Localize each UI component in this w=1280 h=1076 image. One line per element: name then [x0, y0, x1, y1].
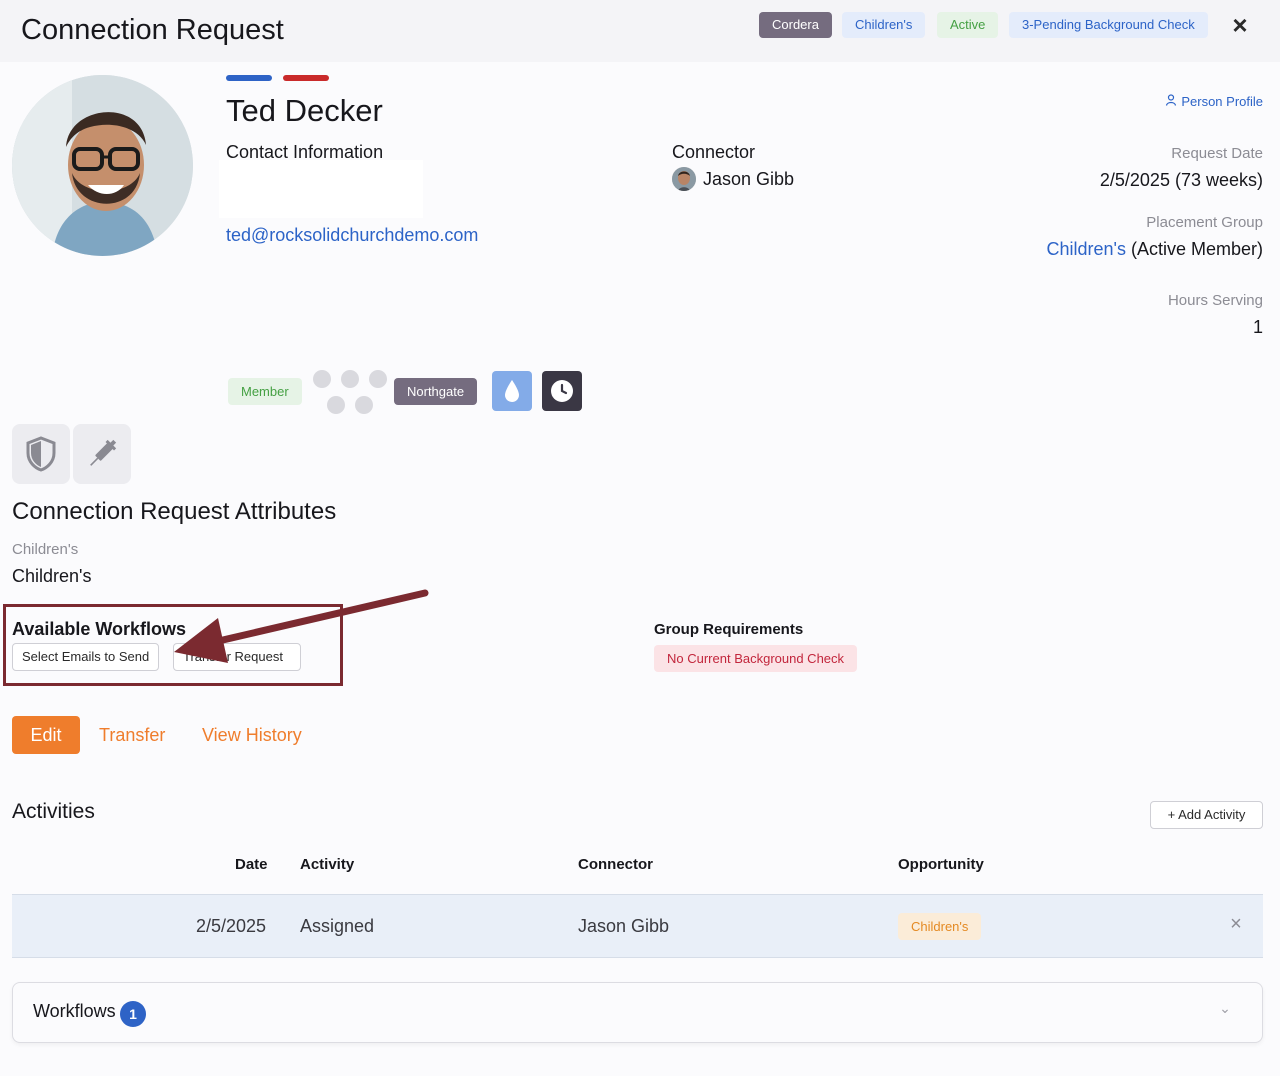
shield-icon	[12, 424, 70, 484]
close-icon[interactable]: ×	[1227, 12, 1253, 38]
request-date-label: Request Date	[1171, 145, 1263, 162]
state-pill: Active	[937, 12, 999, 38]
activities-heading: Activities	[12, 800, 95, 823]
add-activity-label: Add Activity	[1178, 807, 1246, 822]
row-date: 2/5/2025	[196, 916, 267, 936]
delete-row-icon[interactable]: ×	[1226, 913, 1246, 937]
placement-group-label: Placement Group	[1146, 214, 1263, 231]
campus-badge: Northgate	[394, 378, 478, 405]
person-avatar	[12, 75, 193, 256]
requirement-badge: No Current Background Check	[654, 645, 858, 672]
person-profile-link[interactable]: Person Profile	[1165, 94, 1263, 109]
row-connector: Jason Gibb	[578, 916, 670, 936]
connector-name: Jason Gibb	[703, 169, 795, 189]
person-icon	[1165, 94, 1177, 109]
column-header-opportunity[interactable]: Opportunity	[898, 856, 984, 873]
placement-group-status: (Active Member)	[1130, 239, 1263, 259]
plus-icon: +	[1167, 807, 1179, 822]
opportunity-pill: Children's	[842, 12, 926, 38]
view-history-link[interactable]: View History	[202, 725, 302, 746]
transfer-link[interactable]: Transfer	[99, 725, 165, 746]
attribute-value: Children's	[12, 566, 92, 586]
accent-bar-blue	[226, 75, 272, 81]
campus-pill: Cordera	[759, 12, 832, 38]
workflows-count-badge: 1	[120, 1001, 146, 1027]
page-title: Connection Request	[21, 14, 284, 46]
contact-info-placeholder	[219, 160, 423, 218]
status-pill: 3-Pending Background Check	[1009, 12, 1208, 38]
annotation-arrow	[174, 589, 429, 663]
row-activity: Assigned	[300, 916, 375, 936]
chevron-down-icon[interactable]: ⌄	[1216, 1000, 1234, 1024]
member-badge: Member	[228, 378, 302, 405]
person-name: Ted Decker	[226, 93, 383, 128]
syringe-icon	[73, 424, 131, 484]
column-header-date[interactable]: Date	[235, 856, 268, 873]
baptism-drop-icon	[492, 371, 532, 411]
column-header-connector[interactable]: Connector	[578, 856, 653, 873]
key-icon	[369, 370, 387, 388]
placement-group-value: Children's (Active Member)	[1046, 239, 1263, 260]
connector-avatar	[672, 167, 696, 191]
attributes-heading: Connection Request Attributes	[12, 498, 337, 525]
connector-heading: Connector	[672, 142, 756, 162]
group-icon	[327, 396, 345, 414]
edit-button[interactable]: Edit	[12, 716, 80, 754]
workflows-panel[interactable]	[12, 982, 1263, 1043]
group-requirements-heading: Group Requirements	[654, 621, 804, 638]
email-link[interactable]: ted@rocksolidchurchdemo.com	[226, 225, 478, 246]
workflows-panel-label: Workflows	[33, 1001, 116, 1021]
giving-icon	[341, 370, 359, 388]
hours-serving-label: Hours Serving	[1167, 292, 1263, 309]
row-opportunity-badge: Children's	[898, 913, 982, 940]
clock-icon	[542, 371, 582, 411]
accent-bar-red	[283, 75, 329, 81]
hours-serving-value: 1	[1252, 317, 1263, 337]
request-date-value: 2/5/2025 (73 weeks)	[1099, 170, 1263, 190]
attribute-label: Children's	[12, 541, 79, 558]
serving-icon	[355, 396, 373, 414]
add-activity-button[interactable]: + Add Activity	[1150, 801, 1263, 829]
person-profile-label: Person Profile	[1181, 94, 1263, 109]
column-header-activity[interactable]: Activity	[300, 856, 354, 873]
placement-group-link[interactable]: Children's	[1046, 239, 1125, 259]
attendance-icon	[313, 370, 331, 388]
